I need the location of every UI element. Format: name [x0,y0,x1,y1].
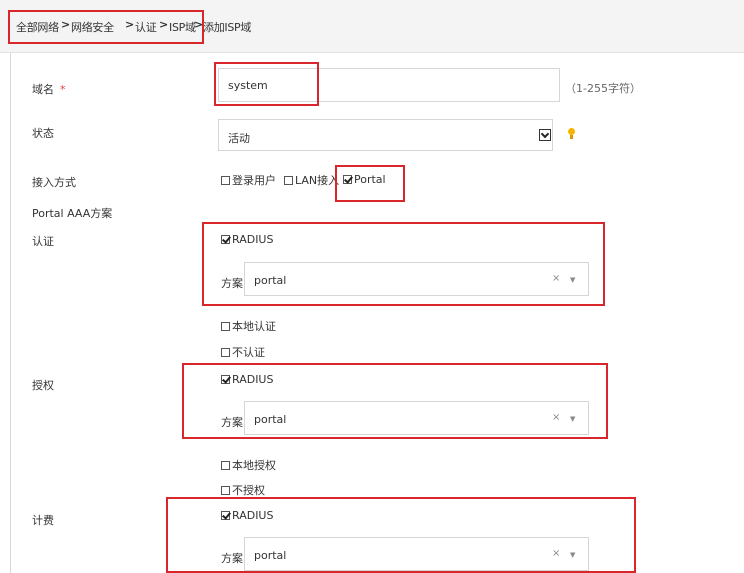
authorization-label: 授权 [32,379,54,392]
domain-name-label: 域名 * [32,83,66,96]
highlight-box-breadcrumb [8,10,204,44]
access-mode-label: 接入方式 [32,176,76,189]
status-label: 状态 [32,127,54,140]
checkbox-local-auth[interactable]: 本地认证 [221,318,276,334]
checkbox-no-auth[interactable]: 不认证 [221,344,265,360]
chevron-down-icon[interactable] [539,129,551,141]
checkbox-icon[interactable] [284,175,293,185]
checkbox-login-user[interactable]: 登录用户 [221,172,276,188]
highlight-box-acct [166,497,636,573]
highlight-box-domain-name [214,62,319,106]
highlight-box-authz [182,363,608,439]
checkbox-icon[interactable] [221,175,230,185]
breadcrumb-item-add-isp-domain: 添加ISP域 [203,21,252,34]
tip-lightbulb-icon[interactable] [568,128,575,139]
domain-name-hint: （1-255字符） [565,82,641,95]
accounting-label: 计费 [32,514,54,527]
checkbox-icon[interactable] [221,485,230,495]
checkbox-local-authz[interactable]: 本地授权 [221,457,276,473]
checkbox-icon[interactable] [221,460,230,470]
authentication-label: 认证 [32,235,54,248]
checkbox-icon[interactable] [221,347,230,357]
checkbox-no-authz[interactable]: 不授权 [221,482,265,498]
status-value: 活动 [228,132,250,145]
checkbox-lan-access[interactable]: LAN接入 [284,172,339,188]
content-border [10,53,11,573]
highlight-box-portal [335,165,405,202]
status-select[interactable]: 活动 [218,119,553,151]
highlight-box-auth [202,222,605,306]
checkbox-icon[interactable] [221,321,230,331]
portal-aaa-label: Portal AAA方案 [32,207,113,220]
required-mark: * [60,83,66,96]
